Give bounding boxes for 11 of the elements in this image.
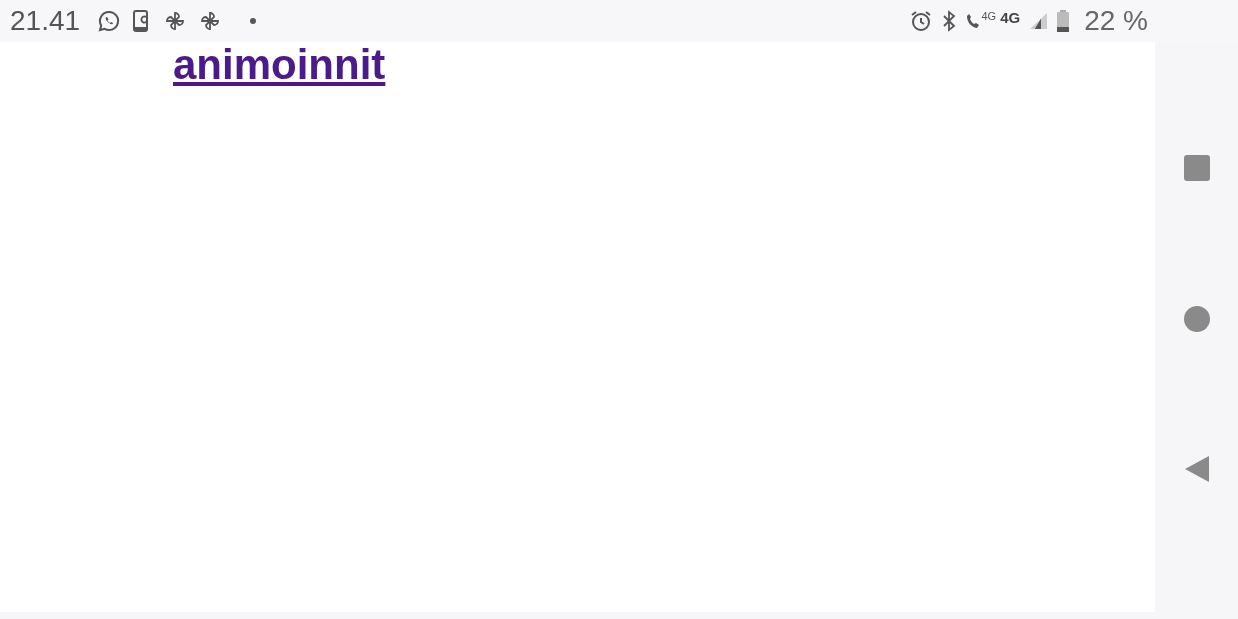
- battery-icon: [1056, 10, 1071, 32]
- chat-bubble-icon: [97, 9, 122, 33]
- network-label: 4G: [1000, 9, 1021, 26]
- network-label: 4G: [981, 10, 997, 22]
- dot-icon: [249, 17, 258, 25]
- phone-icon: [965, 12, 982, 30]
- page-link[interactable]: animoinnit: [173, 42, 386, 88]
- signal-icon: [1028, 11, 1049, 31]
- battery-percentage: 22 %: [1084, 5, 1148, 37]
- bluetooth-icon: [941, 9, 958, 33]
- clock-time: 21.41: [10, 5, 81, 37]
